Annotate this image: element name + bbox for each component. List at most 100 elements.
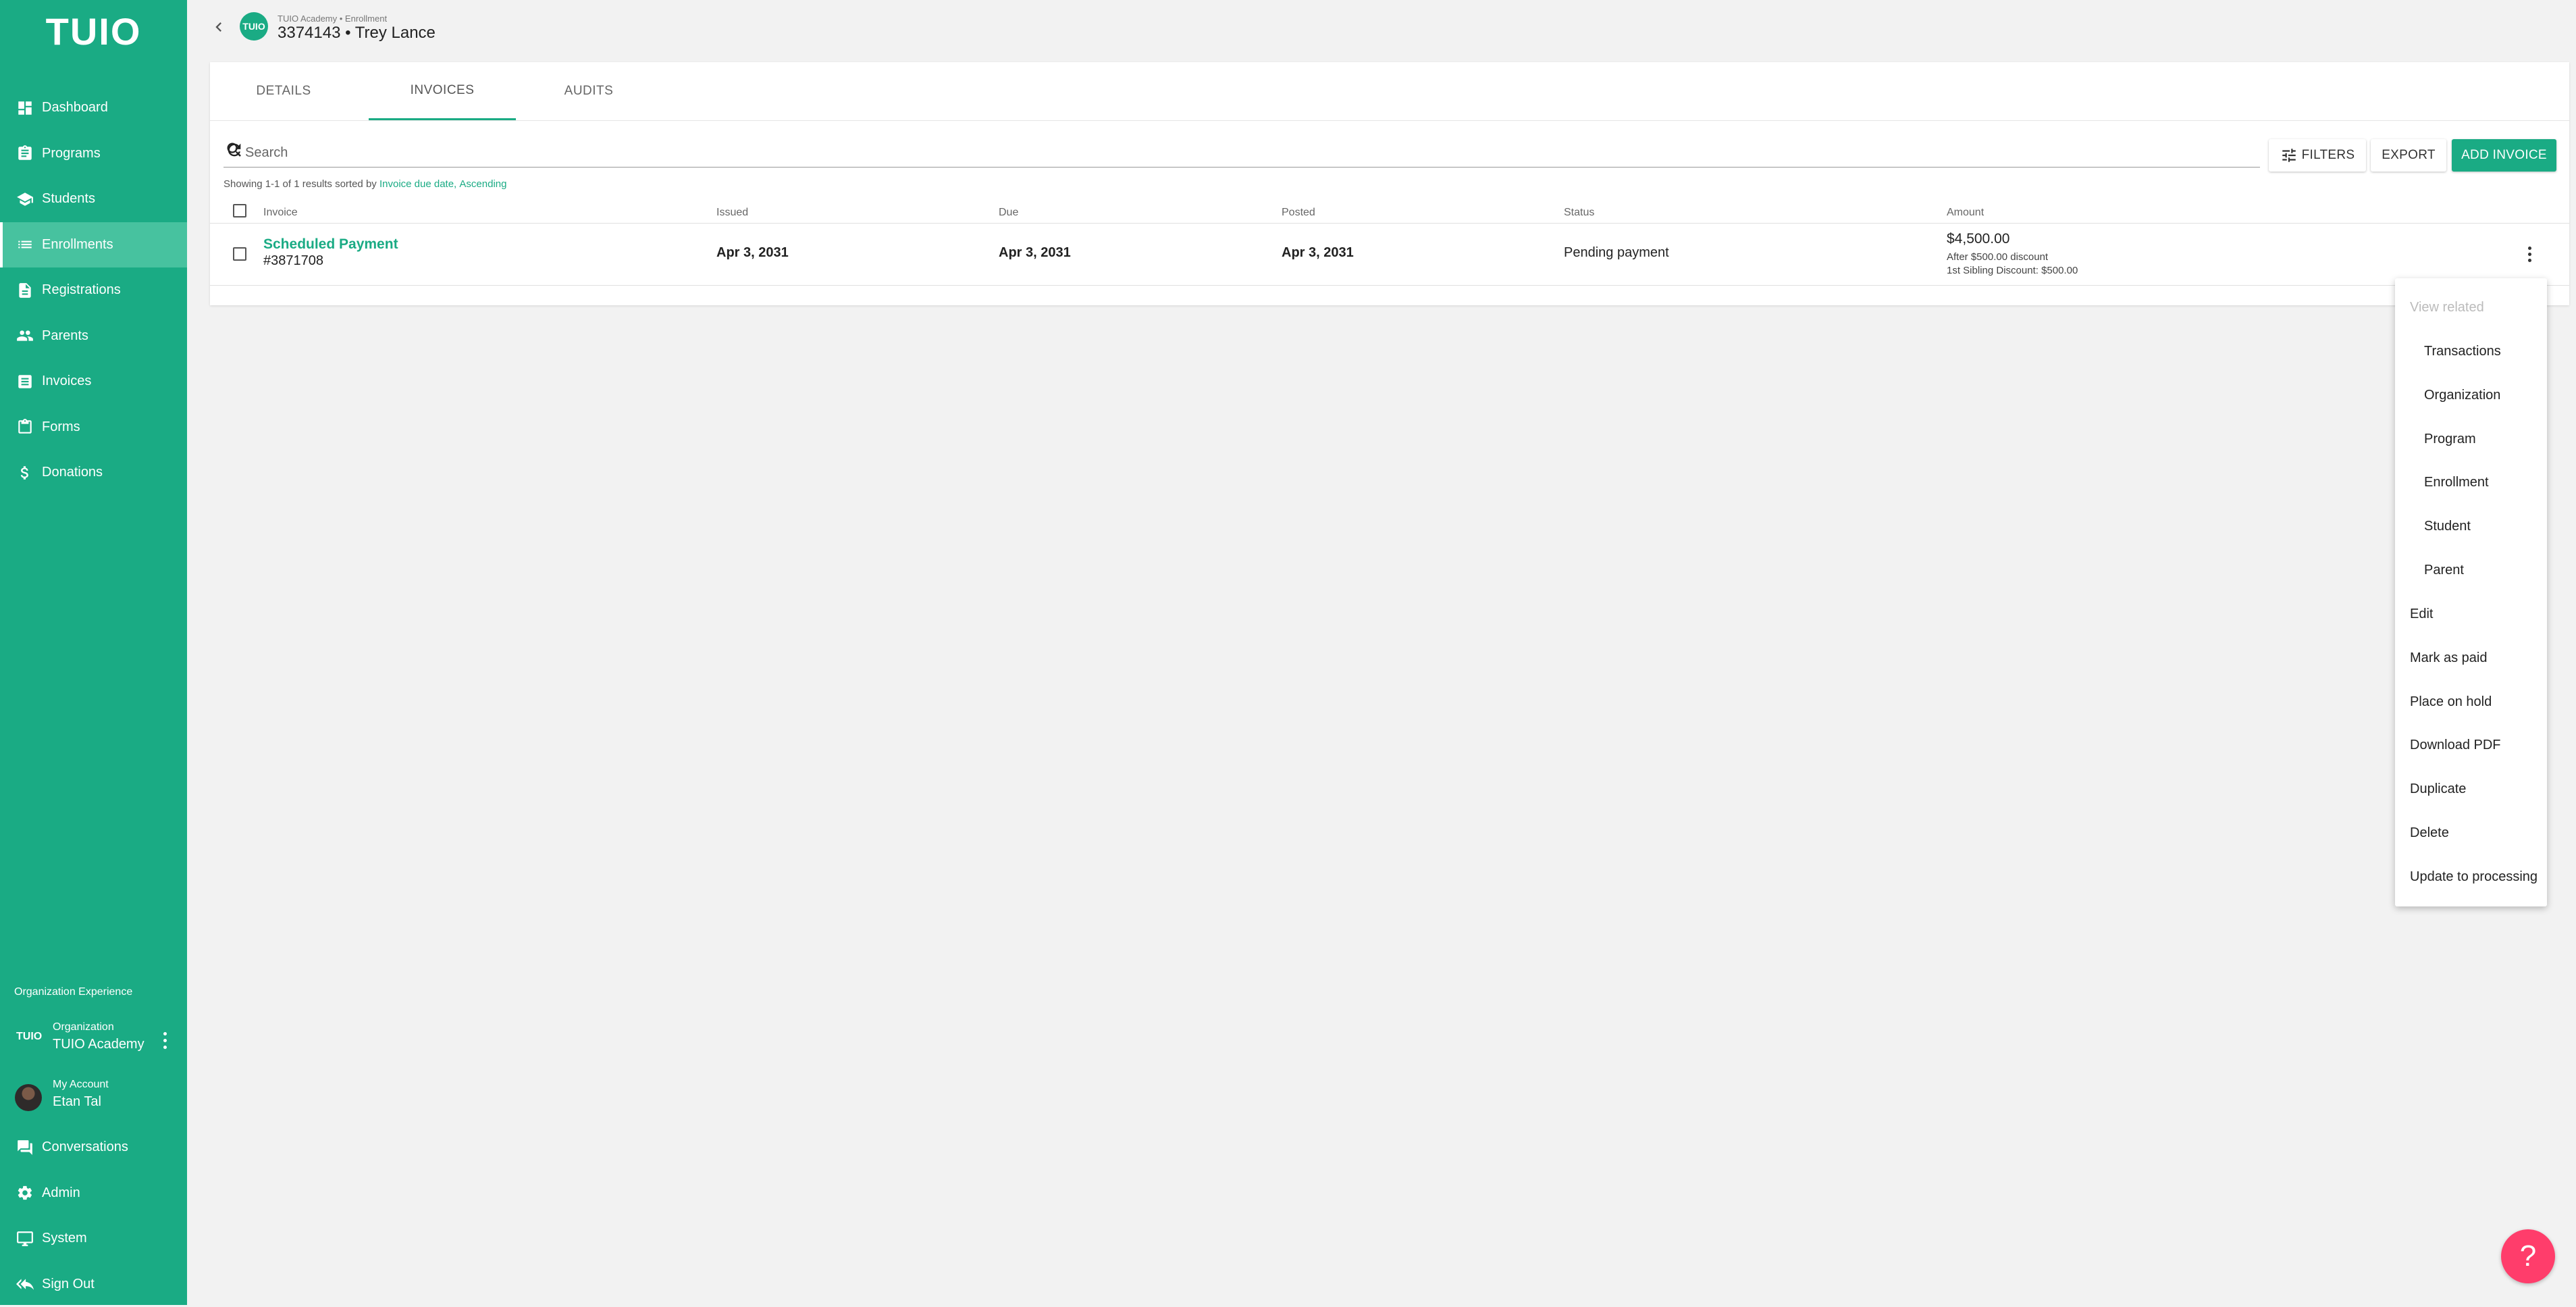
status-text: Pending payment — [1564, 245, 1669, 261]
table-header: Invoice Issued Due Posted Status Amount — [210, 197, 2569, 224]
document-icon — [16, 282, 34, 299]
graduation-cap-icon — [16, 190, 34, 208]
amount-sibling-note: 1st Sibling Discount: $500.00 — [1947, 265, 2078, 276]
search-field[interactable] — [224, 135, 2260, 168]
enrollment-avatar: TUIO — [240, 12, 268, 41]
organization-more-icon[interactable] — [157, 1028, 173, 1052]
sidebar-item-system[interactable]: System — [0, 1216, 187, 1262]
people-icon — [16, 327, 34, 344]
invoices-card: DETAILS INVOICES AUDITS FILTERS EXPORT A… — [210, 62, 2569, 305]
clipboard-icon — [16, 145, 34, 162]
organization-label: Organization — [53, 1021, 114, 1033]
menu-item-mark-as-paid[interactable]: Mark as paid — [2395, 637, 2547, 677]
refresh-icon[interactable] — [225, 140, 244, 159]
sidebar-item-dashboard[interactable]: Dashboard — [0, 85, 187, 131]
sign-out-icon — [16, 1275, 34, 1293]
sidebar-nav: Dashboard Programs Students Enrollments … — [0, 85, 187, 496]
sidebar-item-registrations[interactable]: Registrations — [0, 267, 187, 313]
invoice-number: #3871708 — [263, 253, 323, 269]
filter-sliders-icon — [2280, 147, 2298, 164]
menu-item-parent[interactable]: Parent — [2395, 549, 2547, 590]
search-row — [224, 135, 2556, 174]
column-amount[interactable]: Amount — [1947, 207, 1984, 219]
gear-icon — [16, 1184, 34, 1202]
sidebar-item-sign-out[interactable]: Sign Out — [0, 1262, 187, 1307]
table-row[interactable]: Scheduled Payment #3871708 Apr 3, 2031 A… — [210, 223, 2569, 286]
sidebar-item-invoices[interactable]: Invoices — [0, 359, 187, 405]
list-icon — [16, 236, 34, 253]
filters-label: FILTERS — [2302, 148, 2355, 163]
issued-date: Apr 3, 2031 — [716, 245, 789, 261]
avatar — [15, 1084, 42, 1111]
menu-item-delete[interactable]: Delete — [2395, 812, 2547, 852]
column-issued[interactable]: Issued — [716, 207, 748, 219]
sidebar-item-parents[interactable]: Parents — [0, 313, 187, 359]
select-all-checkbox[interactable] — [233, 204, 246, 217]
sort-direction-link[interactable]: Ascending — [459, 178, 506, 190]
organization-name: TUIO Academy — [53, 1037, 144, 1052]
column-posted[interactable]: Posted — [1282, 207, 1315, 219]
sidebar-item-forms[interactable]: Forms — [0, 405, 187, 451]
tab-audits[interactable]: AUDITS — [515, 62, 662, 120]
column-due[interactable]: Due — [999, 207, 1018, 219]
sort-field-link[interactable]: Invoice due date, — [379, 178, 456, 190]
chat-icon — [16, 1139, 34, 1156]
filters-button[interactable]: FILTERS — [2269, 139, 2366, 172]
sidebar-item-label: Registrations — [42, 282, 121, 298]
sidebar-item-conversations[interactable]: Conversations — [0, 1125, 187, 1171]
invoice-name-link[interactable]: Scheduled Payment — [263, 236, 398, 253]
sidebar-item-label: Forms — [42, 419, 80, 435]
page-title: 3374143 • Trey Lance — [278, 24, 436, 43]
results-summary: Showing 1-1 of 1 results sorted by Invoi… — [224, 178, 506, 190]
menu-item-student[interactable]: Student — [2395, 505, 2547, 546]
tab-details[interactable]: DETAILS — [210, 62, 357, 120]
sidebar-item-enrollments[interactable]: Enrollments — [0, 222, 187, 268]
dollar-icon — [16, 464, 34, 482]
tab-invoices[interactable]: INVOICES — [369, 62, 516, 120]
invoice-icon — [16, 373, 34, 390]
amount-value: $4,500.00 — [1947, 231, 2009, 247]
sidebar-item-label: Students — [42, 191, 95, 207]
my-account[interactable]: My Account Etan Tal — [0, 1073, 187, 1122]
organization-switcher[interactable]: TUIO Organization TUIO Academy — [0, 1016, 187, 1065]
amount-discount-note: After $500.00 discount — [1947, 251, 2048, 263]
row-more-icon[interactable] — [2521, 243, 2538, 265]
results-prefix: Showing 1-1 of 1 results sorted by — [224, 178, 379, 190]
add-invoice-button[interactable]: ADD INVOICE — [2452, 139, 2556, 172]
sidebar-item-admin[interactable]: Admin — [0, 1171, 187, 1216]
menu-item-duplicate[interactable]: Duplicate — [2395, 768, 2547, 809]
sidebar-item-programs[interactable]: Programs — [0, 131, 187, 177]
monitor-icon — [16, 1230, 34, 1248]
sidebar-item-label: Programs — [42, 146, 101, 161]
export-button[interactable]: EXPORT — [2371, 139, 2446, 172]
account-name: Etan Tal — [53, 1094, 101, 1110]
sidebar-item-label: Donations — [42, 465, 103, 480]
breadcrumb: TUIO Academy • Enrollment — [278, 14, 387, 24]
organization-logo: TUIO — [16, 1031, 42, 1043]
menu-item-place-on-hold[interactable]: Place on hold — [2395, 681, 2547, 721]
sidebar-bottom-nav: Conversations Admin System Sign Out — [0, 1125, 187, 1307]
column-status[interactable]: Status — [1564, 207, 1594, 219]
dashboard-icon — [16, 99, 34, 117]
column-invoice[interactable]: Invoice — [263, 207, 298, 219]
menu-item-enrollment[interactable]: Enrollment — [2395, 461, 2547, 502]
sidebar-item-label: Invoices — [42, 374, 91, 389]
menu-item-organization[interactable]: Organization — [2395, 374, 2547, 415]
sidebar-item-label: Enrollments — [42, 237, 113, 253]
menu-item-update-to-processing[interactable]: Update to processing — [2395, 856, 2547, 896]
tuio-logo[interactable]: TUIO — [0, 9, 187, 53]
sidebar: TUIO Dashboard Programs Students Enrollm… — [0, 0, 187, 1305]
row-checkbox[interactable] — [233, 247, 246, 261]
back-chevron-icon[interactable] — [209, 18, 228, 36]
form-icon — [16, 418, 34, 436]
account-label: My Account — [53, 1079, 109, 1091]
menu-item-transactions[interactable]: Transactions — [2395, 330, 2547, 371]
sidebar-item-donations[interactable]: Donations — [0, 450, 187, 496]
sidebar-item-label: Conversations — [42, 1139, 128, 1155]
menu-item-download-pdf[interactable]: Download PDF — [2395, 724, 2547, 765]
search-input[interactable] — [244, 142, 2218, 163]
menu-item-edit[interactable]: Edit — [2395, 593, 2547, 634]
sidebar-item-students[interactable]: Students — [0, 176, 187, 222]
menu-item-program[interactable]: Program — [2395, 418, 2547, 459]
help-button[interactable]: ? — [2501, 1229, 2555, 1283]
